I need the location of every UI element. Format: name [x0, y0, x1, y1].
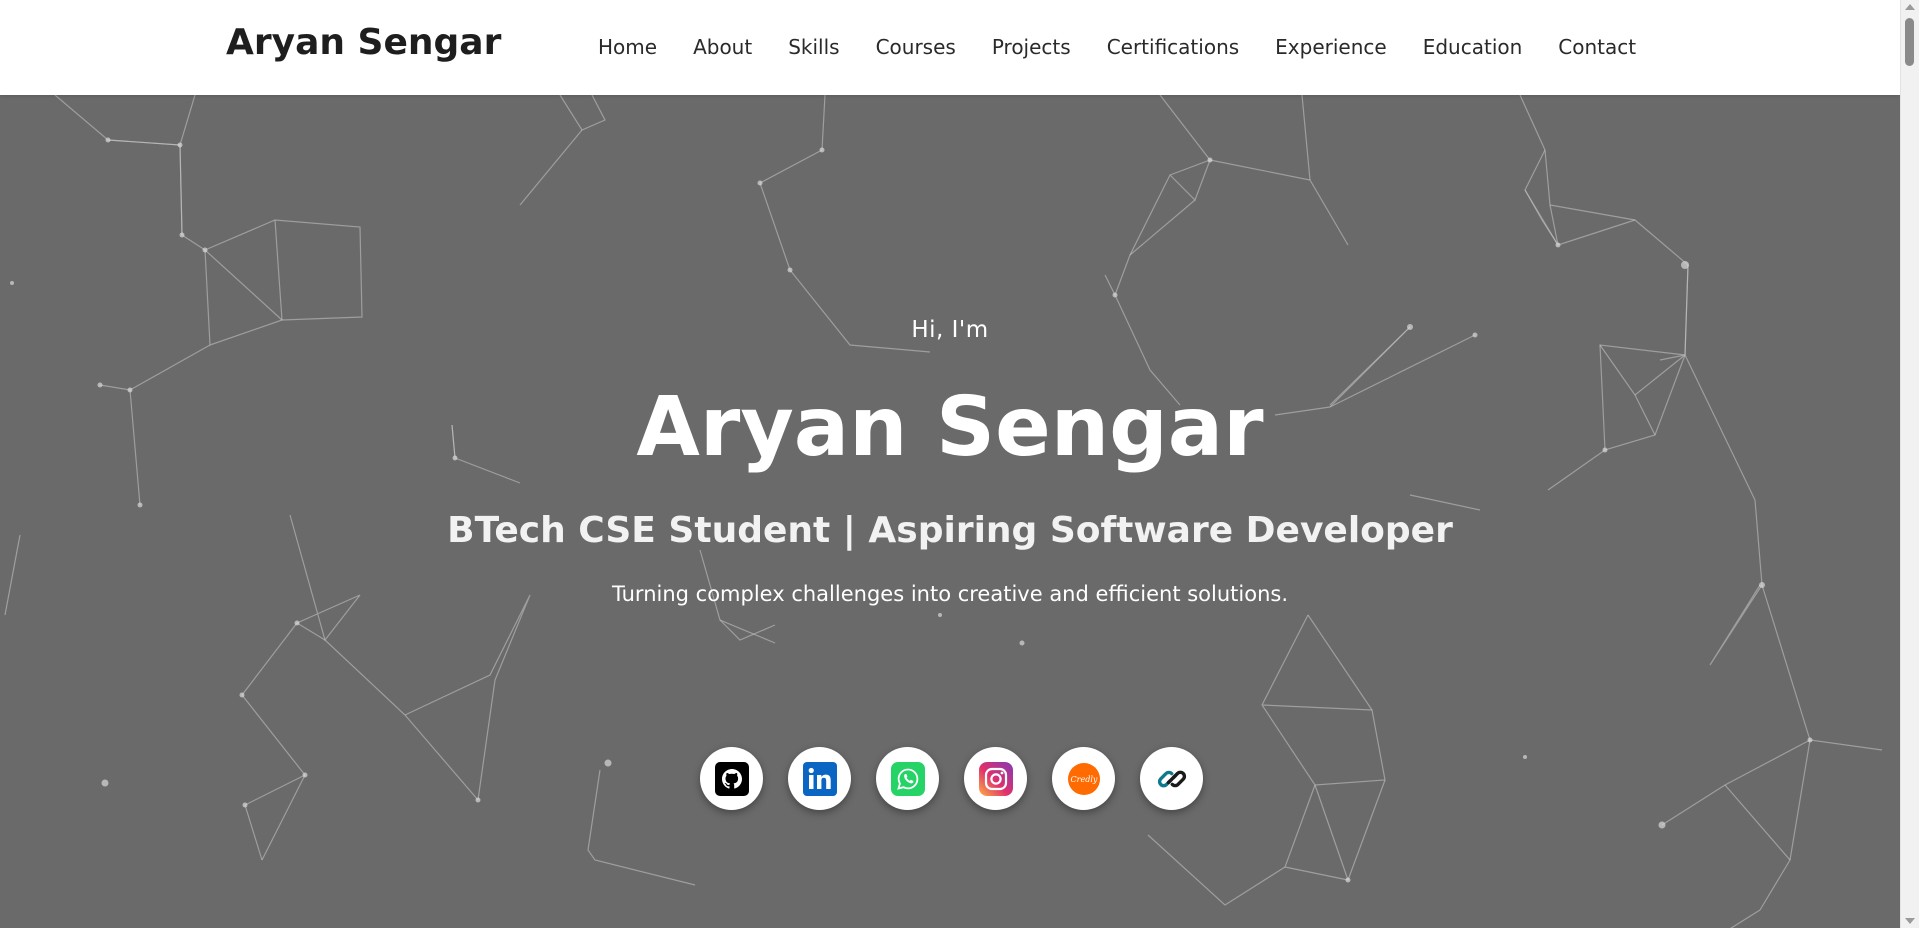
whatsapp-icon [890, 761, 925, 796]
credly-icon: Credly [1067, 762, 1100, 795]
nav-home[interactable]: Home [598, 33, 657, 61]
nav-experience[interactable]: Experience [1275, 33, 1387, 61]
hero-greeting: Hi, I'm [911, 317, 989, 343]
linkedin-link-button[interactable] [788, 747, 851, 810]
link-icon [1157, 770, 1186, 787]
hero-tagline: Turning complex challenges into creative… [611, 582, 1289, 606]
whatsapp-link-button[interactable] [876, 747, 939, 810]
page: Aryan Sengar Home About Skills Courses P… [0, 0, 1919, 928]
nav-contact[interactable]: Contact [1558, 33, 1636, 61]
nav-courses[interactable]: Courses [876, 33, 956, 61]
nav-skills[interactable]: Skills [788, 33, 839, 61]
instagram-link-button[interactable] [964, 747, 1027, 810]
social-links: Credly [700, 747, 1203, 810]
scroll-up-arrow-icon[interactable] [1905, 4, 1915, 10]
credly-logo-text: Credly [1070, 775, 1097, 784]
nav-about[interactable]: About [693, 33, 752, 61]
scroll-down-arrow-icon[interactable] [1905, 918, 1915, 924]
hero-name: Aryan Sengar [636, 380, 1264, 475]
github-link-button[interactable] [700, 747, 763, 810]
hero-role: BTech CSE Student | Aspiring Software De… [447, 510, 1453, 551]
brand-logo-text[interactable]: Aryan Sengar [226, 22, 501, 63]
linkedin-icon [802, 761, 837, 796]
site-header: Aryan Sengar Home About Skills Courses P… [0, 0, 1900, 95]
nav-education[interactable]: Education [1423, 33, 1523, 61]
page-scrollbar[interactable] [1900, 0, 1919, 928]
nav-certifications[interactable]: Certifications [1107, 33, 1239, 61]
credly-link-button[interactable]: Credly [1052, 747, 1115, 810]
nav-projects[interactable]: Projects [992, 33, 1071, 61]
scroll-thumb[interactable] [1905, 18, 1914, 66]
main-nav: Home About Skills Courses Projects Certi… [598, 33, 1636, 61]
hero-content: Hi, I'm Aryan Sengar BTech CSE Student |… [0, 95, 1900, 928]
instagram-icon [978, 761, 1013, 796]
portfolio-link-button[interactable] [1140, 747, 1203, 810]
hero-section: Hi, I'm Aryan Sengar BTech CSE Student |… [0, 95, 1900, 928]
github-icon [714, 761, 749, 796]
